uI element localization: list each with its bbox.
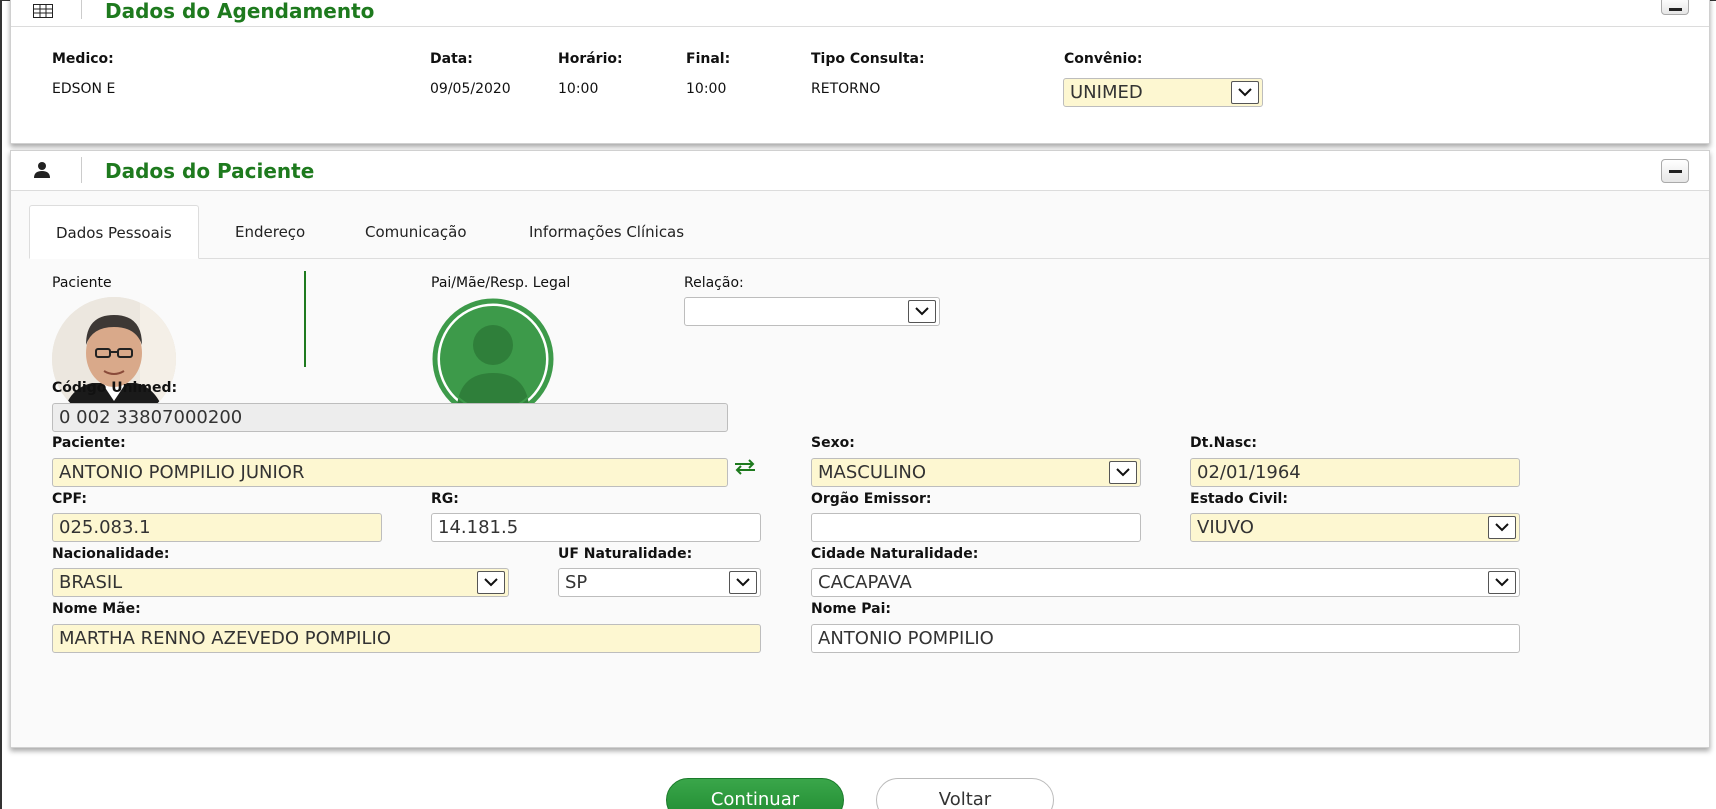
horario-value: 10:00: [558, 81, 599, 97]
tab-endereco[interactable]: Endereço: [209, 205, 331, 259]
uf-naturalidade-select[interactable]: SP: [558, 568, 761, 597]
header-separator: [81, 0, 82, 19]
convenio-label: Convênio:: [1064, 51, 1143, 67]
continuar-button[interactable]: Continuar: [666, 778, 844, 809]
chevron-down-icon[interactable]: [477, 571, 505, 594]
chevron-down-icon[interactable]: [1231, 81, 1259, 104]
codigo-unimed-field[interactable]: 0 002 33807000200: [52, 403, 728, 432]
paciente-panel: Dados do Paciente Dados Pessoais Endereç…: [10, 150, 1710, 748]
redaction-mask: [518, 521, 579, 535]
cpf-value: 025.083.1: [59, 517, 151, 538]
agendamento-title: Dados do Agendamento: [105, 0, 375, 23]
medico-label: Medico:: [52, 51, 114, 67]
rg-label: RG:: [431, 491, 459, 507]
tab-informacoes-clinicas[interactable]: Informações Clínicas: [503, 205, 710, 259]
chevron-down-icon[interactable]: [908, 300, 936, 323]
redaction-mask: [150, 521, 211, 535]
estado-civil-select[interactable]: VIUVO: [1190, 513, 1520, 542]
nacionalidade-label: Nacionalidade:: [52, 546, 170, 562]
codigo-unimed-label: Código Unimed:: [52, 380, 178, 396]
uf-naturalidade-label: UF Naturalidade:: [558, 546, 693, 562]
chevron-down-icon[interactable]: [1488, 571, 1516, 594]
horario-label: Horário:: [558, 51, 623, 67]
orgao-emissor-field[interactable]: [811, 513, 1141, 542]
cpf-label: CPF:: [52, 491, 87, 507]
chevron-down-icon[interactable]: [1109, 461, 1137, 484]
header-separator: [81, 157, 82, 183]
chevron-down-icon[interactable]: [729, 571, 757, 594]
calendar-grid-icon: [33, 3, 53, 21]
cidade-naturalidade-select[interactable]: CACAPAVA: [811, 568, 1520, 597]
paciente-header: Dados do Paciente: [11, 151, 1709, 191]
agendamento-header: Dados do Agendamento: [11, 0, 1709, 27]
redaction-mask: [242, 411, 303, 425]
cidade-naturalidade-label: Cidade Naturalidade:: [811, 546, 979, 562]
final-label: Final:: [686, 51, 731, 67]
medico-value: EDSON E: [52, 81, 206, 97]
swap-arrows-icon[interactable]: [733, 459, 757, 479]
nacionalidade-value: BRASIL: [59, 572, 123, 593]
chevron-down-icon[interactable]: [1488, 516, 1516, 539]
convenio-value: UNIMED: [1070, 82, 1143, 103]
rg-value: 14.181.5: [438, 517, 519, 538]
nome-pai-label: Nome Pai:: [811, 601, 892, 617]
photo-divider: [304, 271, 306, 367]
user-icon: [33, 161, 53, 179]
data-label: Data:: [430, 51, 473, 67]
orgao-emissor-label: Orgão Emissor:: [811, 491, 932, 507]
tab-dados-pessoais[interactable]: Dados Pessoais: [29, 205, 199, 259]
paciente-photo-label: Paciente: [52, 275, 112, 291]
relacao-select[interactable]: [684, 297, 940, 326]
uf-naturalidade-value: SP: [565, 572, 588, 593]
voltar-button[interactable]: Voltar: [876, 778, 1054, 809]
nacionalidade-select[interactable]: BRASIL: [52, 568, 509, 597]
rg-field[interactable]: 14.181.5: [431, 513, 761, 542]
resp-legal-label: Pai/Mãe/Resp. Legal: [431, 275, 571, 291]
sexo-value: MASCULINO: [818, 462, 926, 483]
data-value: 09/05/2020: [430, 81, 511, 97]
convenio-select[interactable]: UNIMED: [1063, 78, 1263, 107]
dt-nasc-label: Dt.Nasc:: [1190, 435, 1258, 451]
final-value: 10:00: [686, 81, 727, 97]
paciente-tabs: Dados Pessoais Endereço Comunicação Info…: [29, 205, 1709, 259]
nome-pai-field[interactable]: ANTONIO POMPILIO: [811, 624, 1520, 653]
nome-paciente-field[interactable]: ANTONIO POMPILIO JUNIOR: [52, 458, 728, 487]
tipo-consulta-value: RETORNO: [811, 81, 881, 97]
tipo-consulta-label: Tipo Consulta:: [811, 51, 925, 67]
tab-comunicacao[interactable]: Comunicação: [339, 205, 493, 259]
sexo-select[interactable]: MASCULINO: [811, 458, 1141, 487]
codigo-unimed-value: 0 002 33807000200: [59, 407, 243, 428]
estado-civil-label: Estado Civil:: [1190, 491, 1288, 507]
agendamento-panel: Dados do Agendamento Medico: EDSON E Dat…: [10, 0, 1710, 144]
cidade-naturalidade-value: CACAPAVA: [818, 572, 912, 593]
nome-mae-field[interactable]: MARTHA RENNO AZEVEDO POMPILIO: [52, 624, 761, 653]
redaction-mask: [115, 82, 206, 96]
paciente-collapse-button[interactable]: [1661, 159, 1689, 183]
cpf-field[interactable]: 025.083.1: [52, 513, 382, 542]
sexo-label: Sexo:: [811, 435, 855, 451]
nome-paciente-label: Paciente:: [52, 435, 126, 451]
dt-nasc-field[interactable]: 02/01/1964: [1190, 458, 1520, 487]
paciente-title: Dados do Paciente: [105, 159, 315, 183]
agendamento-collapse-button[interactable]: [1661, 0, 1689, 15]
relacao-label: Relação:: [684, 275, 744, 291]
nome-mae-label: Nome Mãe:: [52, 601, 141, 617]
estado-civil-value: VIUVO: [1197, 517, 1254, 538]
